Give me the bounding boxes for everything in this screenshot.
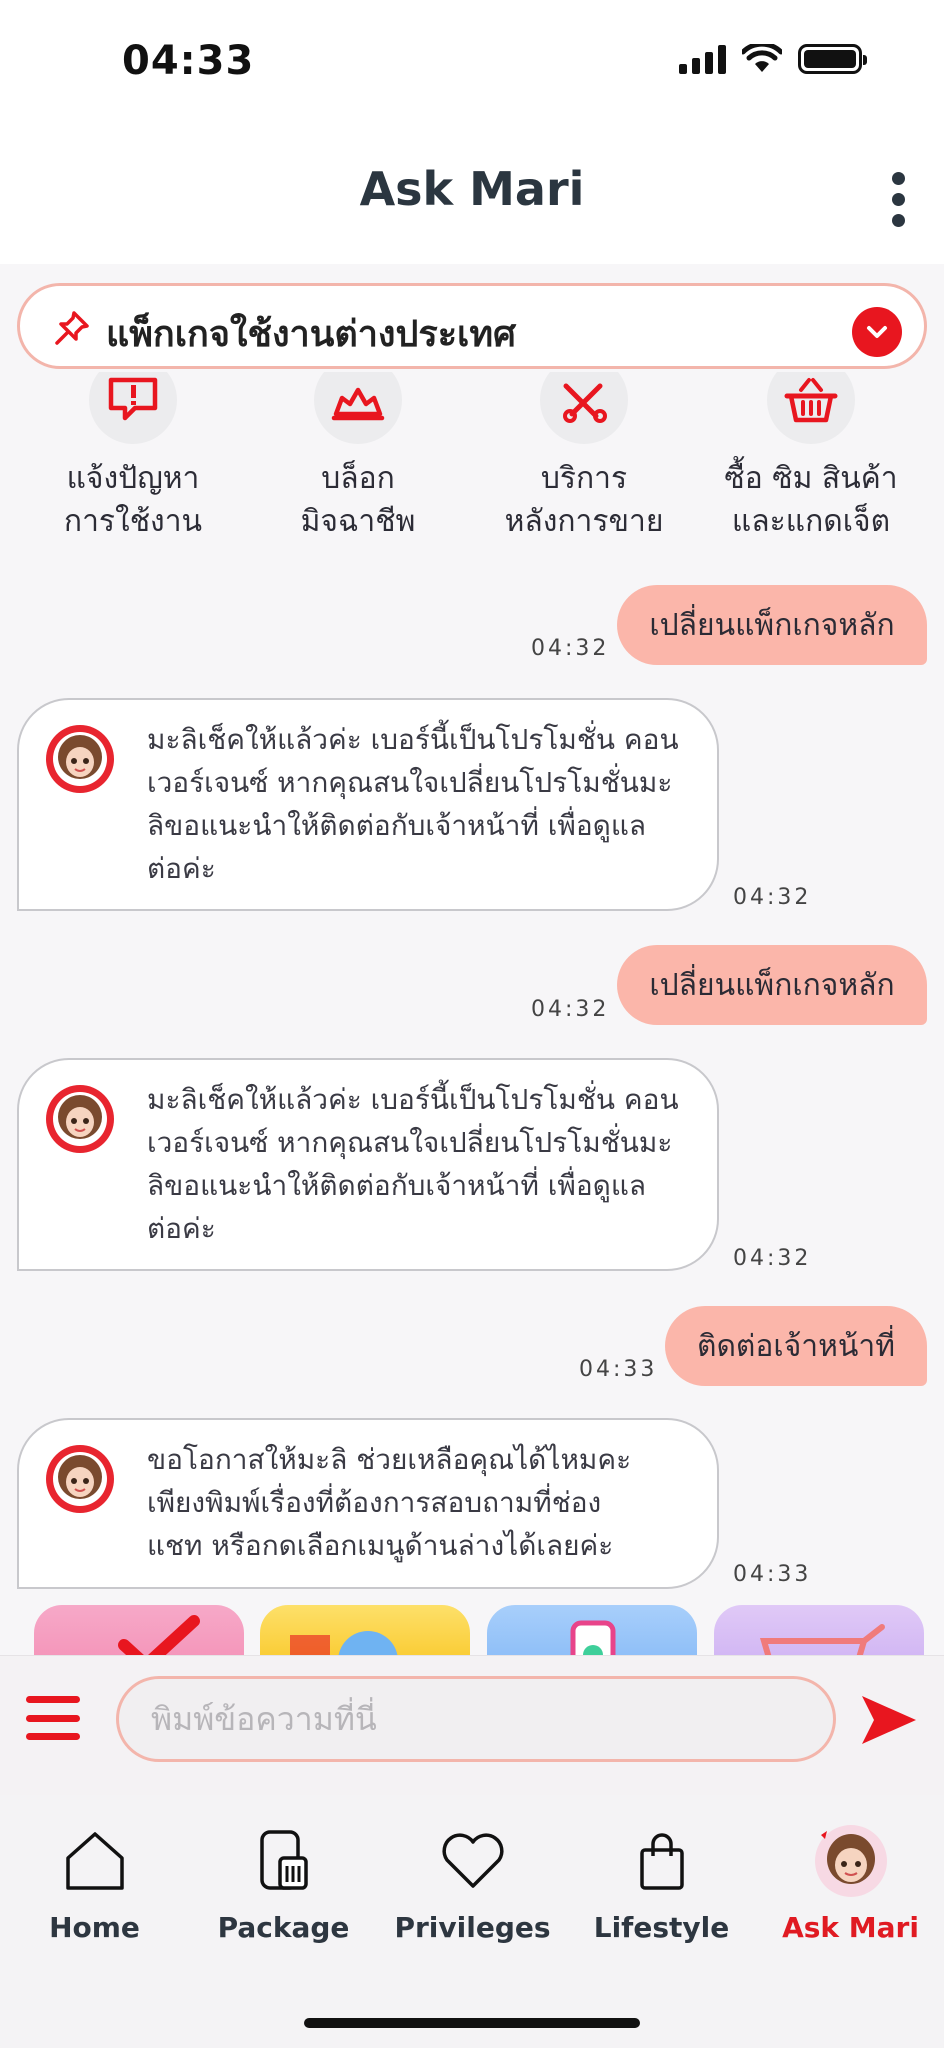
- bot-message-line: เวอร์เจนซ์ หากคุณสนใจเปลี่ยนโปรโมชั่นมะ: [147, 766, 673, 799]
- tab-package[interactable]: Package: [189, 1813, 378, 1953]
- bot-message-line: เวอร์เจนซ์ หากคุณสนใจเปลี่ยนโปรโมชั่นมะ: [147, 1126, 673, 1159]
- cart-icon: [759, 1624, 885, 1655]
- bottom-tab-bar: Home Package Privileges Lifestyle Ask Ma…: [0, 1795, 944, 2048]
- chevron-down-icon[interactable]: [852, 307, 902, 357]
- bot-message-line: มะลิเช็คให้แล้วค่ะ เบอร์นี้เป็นโปรโมชั่น…: [147, 1083, 679, 1116]
- user-message: เปลี่ยนแพ็กเกจหลัก: [617, 945, 927, 1025]
- quick-menu: แจ้งปัญหา การใช้งาน บล็อก มิจฉาชีพ บริการห…: [0, 372, 944, 552]
- package-sim-icon: [259, 1830, 308, 1890]
- user-message: เปลี่ยนแพ็กเกจหลัก: [617, 585, 927, 665]
- promo-card[interactable]: [34, 1605, 244, 1655]
- bot-message-line: ต่อค่ะ: [147, 1212, 216, 1245]
- header: Ask Mari: [0, 120, 944, 264]
- pin-icon: [55, 311, 89, 345]
- message-time: 04:32: [733, 885, 812, 910]
- status-bar: 04:33: [0, 0, 944, 120]
- home-indicator: [304, 2018, 640, 2028]
- scam-block-icon: [331, 387, 385, 421]
- message-time: 04:32: [531, 636, 610, 661]
- bot-message: ขอโอกาสให้มะลิ ช่วยเหลือคุณได้ไหมคะ เพีย…: [17, 1418, 719, 1589]
- promo-card[interactable]: [487, 1605, 697, 1655]
- bot-message: มะลิเช็คให้แล้วค่ะ เบอร์นี้เป็นโปรโมชั่น…: [17, 698, 719, 911]
- message-time: 04:33: [733, 1562, 812, 1587]
- tab-lifestyle[interactable]: Lifestyle: [567, 1813, 756, 1953]
- bot-message-line: ขอโอกาสให้มะลิ ช่วยเหลือคุณได้ไหมคะ: [147, 1443, 632, 1476]
- user-message: ติดต่อเจ้าหน้าที่: [665, 1306, 927, 1386]
- promo-card[interactable]: [260, 1605, 470, 1655]
- tab-privileges[interactable]: Privileges: [378, 1813, 567, 1953]
- phone-icon: [570, 1620, 616, 1655]
- message-time: 04:33: [579, 1357, 658, 1382]
- heart-icon: [441, 1833, 504, 1888]
- message-time: 04:32: [733, 1246, 812, 1271]
- mari-avatar-icon: [814, 1825, 887, 1897]
- bot-message-line: ลิขอแนะนำให้ติดต่อกับเจ้าหน้าที่ เพื่อดู…: [147, 1169, 647, 1202]
- cellular-signal-icon: [679, 44, 726, 74]
- basket-icon: [784, 378, 838, 423]
- pinned-title: แพ็กเกจใช้งานต่างประเทศ: [106, 314, 516, 355]
- checkmark-icon: [118, 1615, 200, 1655]
- bot-message-line: แชท หรือกดเลือกเมนูด้านล่างได้เลยค่ะ: [147, 1529, 614, 1562]
- globe-icon: [290, 1631, 398, 1655]
- promo-carousel[interactable]: [0, 1605, 944, 1655]
- bot-message-line: เพียงพิมพ์เรื่องที่ต้องการสอบถามที่ช่อง: [147, 1486, 602, 1519]
- page-title: Ask Mari: [359, 162, 585, 216]
- promo-card[interactable]: [714, 1605, 924, 1655]
- status-icons: [679, 44, 867, 74]
- bot-message-line: มะลิเช็คให้แล้วค่ะ เบอร์นี้เป็นโปรโมชั่น…: [147, 723, 679, 756]
- pinned-topic-banner[interactable]: แพ็กเกจใช้งานต่างประเทศ: [17, 283, 927, 369]
- mari-avatar-icon: [46, 725, 114, 793]
- bot-message: มะลิเช็คให้แล้วค่ะ เบอร์นี้เป็นโปรโมชั่น…: [17, 1058, 719, 1271]
- home-icon: [65, 1832, 124, 1890]
- tab-ask-mari[interactable]: Ask Mari: [756, 1813, 944, 1953]
- message-input[interactable]: [116, 1676, 836, 1762]
- message-time: 04:32: [531, 997, 610, 1022]
- bot-message-line: ลิขอแนะนำให้ติดต่อกับเจ้าหน้าที่ เพื่อดู…: [147, 809, 647, 842]
- alert-message-icon: [108, 377, 158, 421]
- tab-home[interactable]: Home: [0, 1813, 189, 1953]
- tools-icon: [563, 383, 607, 423]
- bot-message-line: ต่อค่ะ: [147, 852, 216, 885]
- mari-avatar-icon: [46, 1085, 114, 1153]
- message-composer: [0, 1655, 944, 1795]
- mari-avatar-icon: [46, 1445, 114, 1513]
- battery-icon: [798, 44, 867, 74]
- menu-icon[interactable]: [26, 1696, 80, 1740]
- status-time: 04:33: [122, 38, 255, 84]
- send-icon[interactable]: [858, 1692, 918, 1748]
- shopping-bag-icon: [639, 1833, 684, 1890]
- wifi-icon: [742, 44, 782, 72]
- more-options-icon[interactable]: [888, 172, 908, 227]
